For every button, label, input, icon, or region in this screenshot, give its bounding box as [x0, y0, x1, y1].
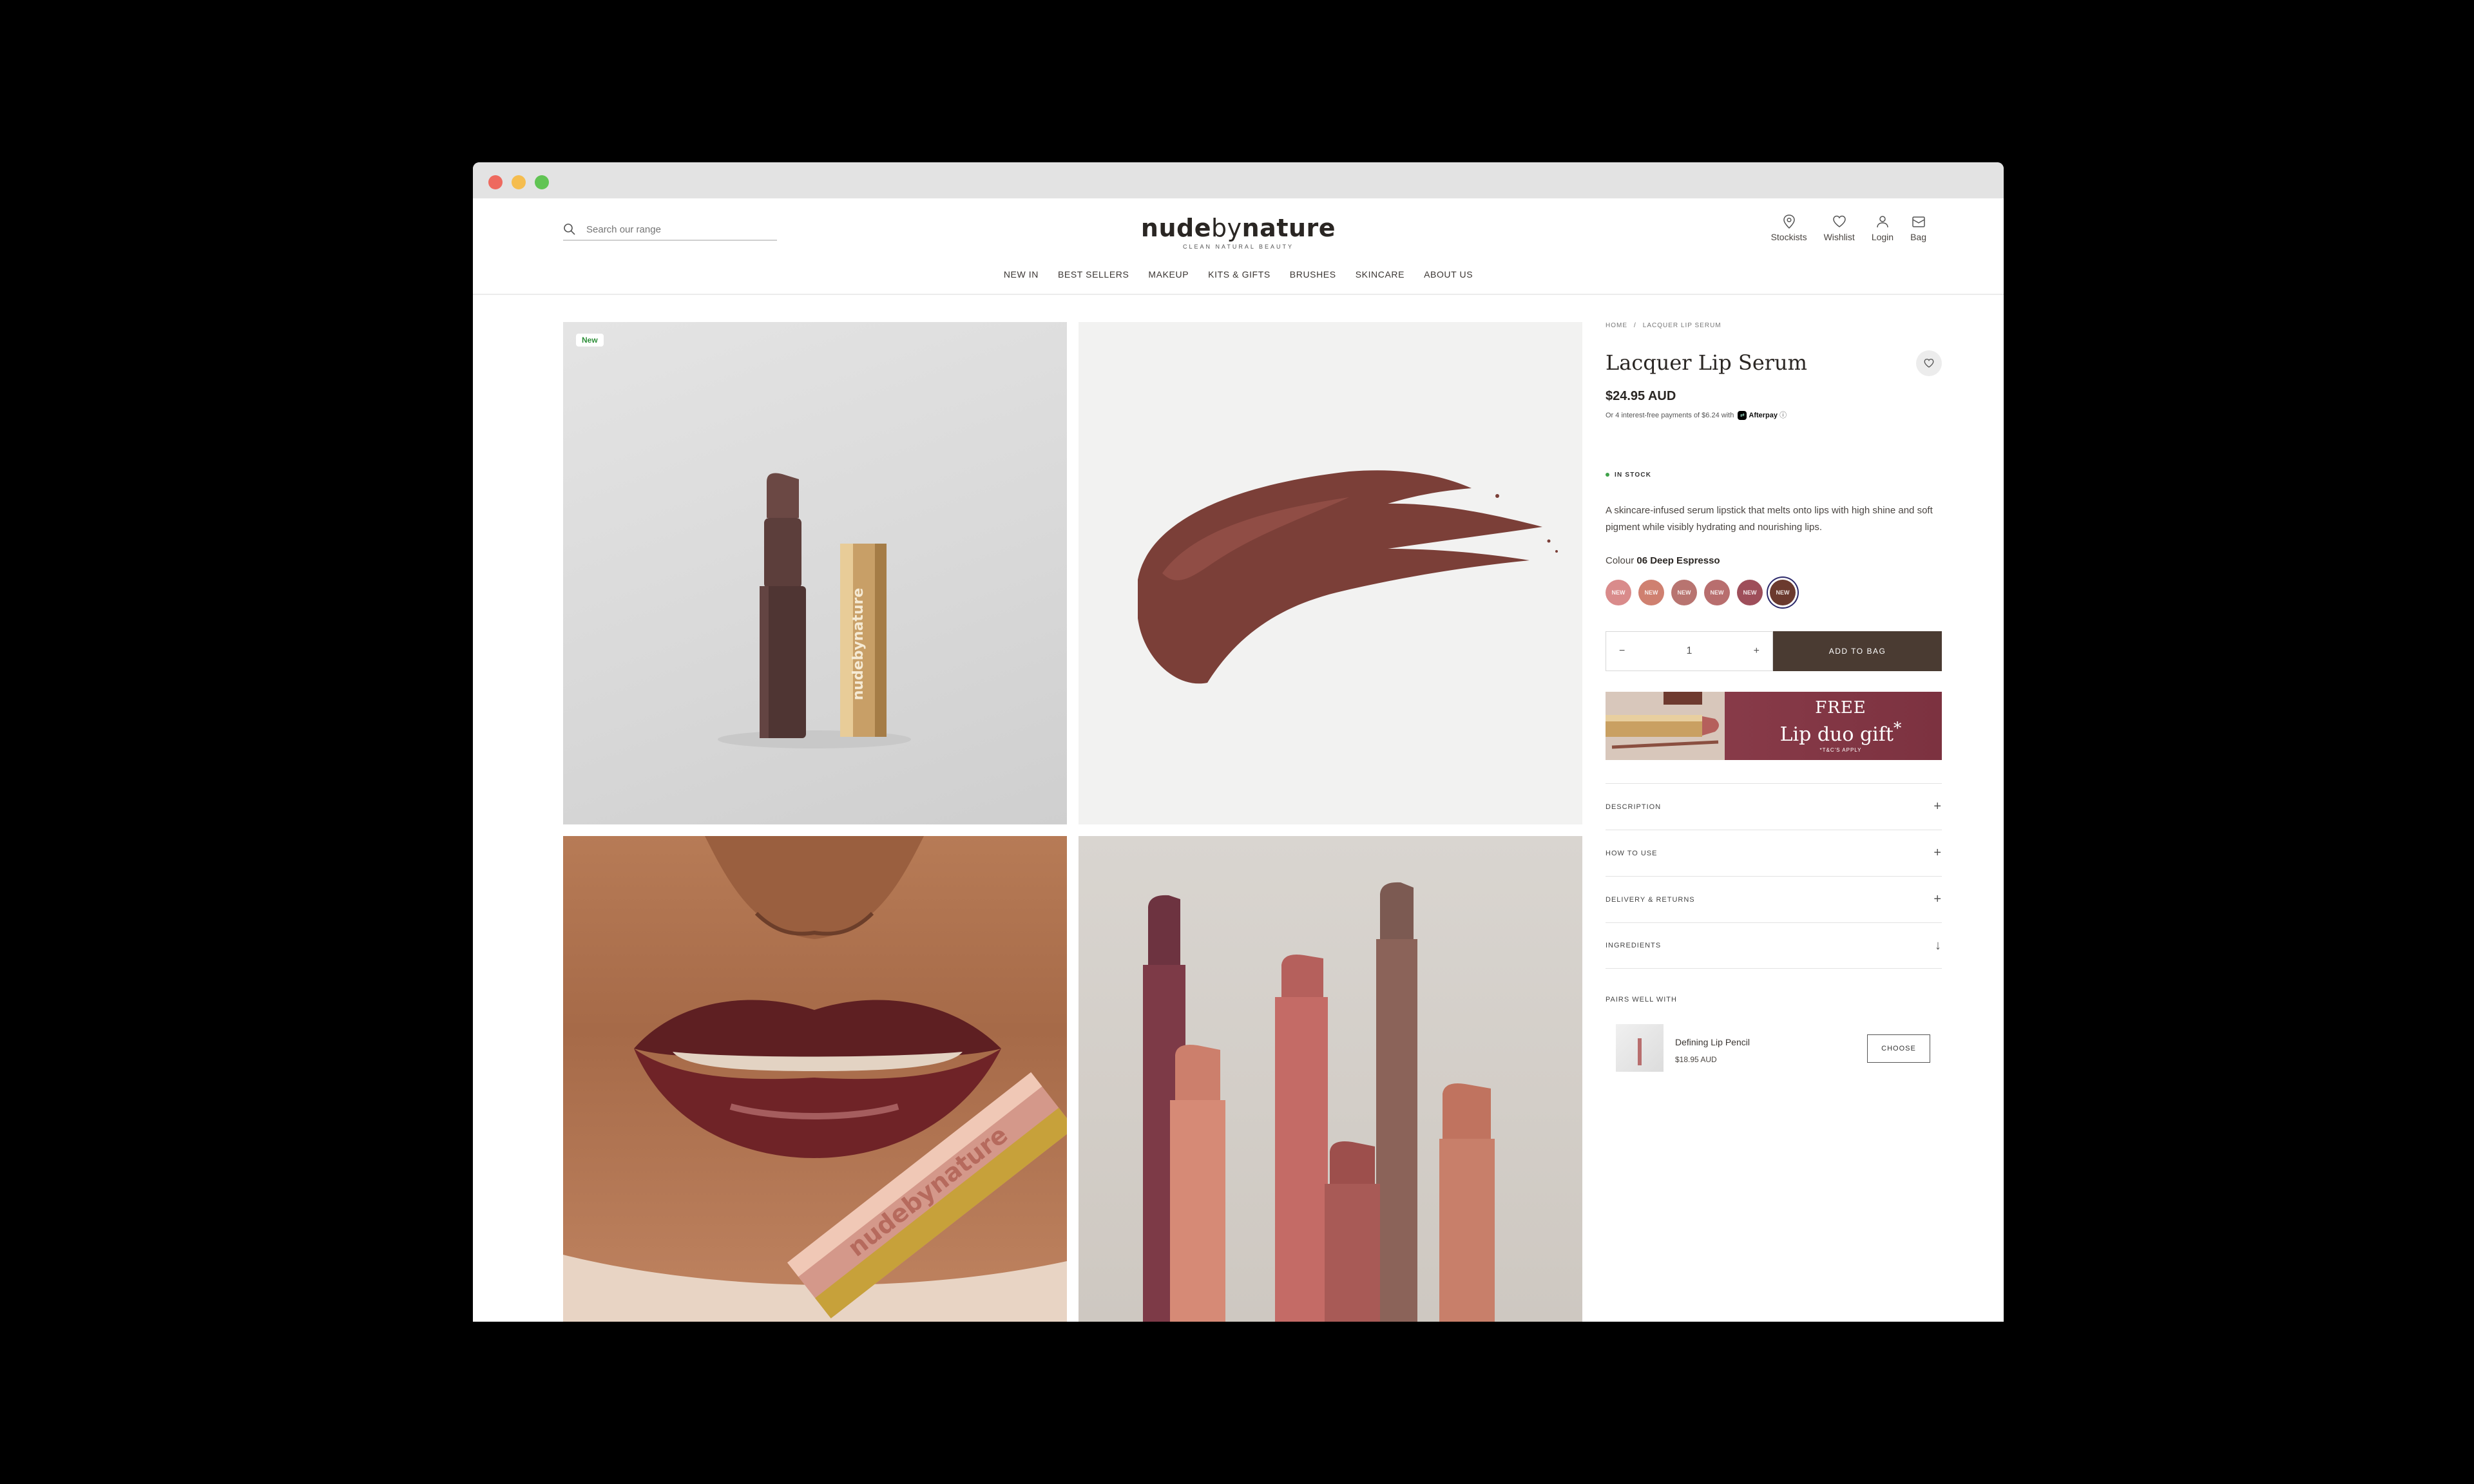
colour-swatch[interactable]: NEW [1606, 580, 1631, 605]
plus-icon: + [1933, 799, 1942, 813]
colour-swatch[interactable]: NEW [1671, 580, 1697, 605]
product-image-lipstick[interactable]: New nudebynature [563, 322, 1067, 824]
pairs-well-with-heading: PAIRS WELL WITH [1606, 996, 1677, 1004]
pair-product-name[interactable]: Defining Lip Pencil [1675, 1037, 1750, 1047]
accordion-delivery-returns[interactable]: DELIVERY & RETURNS + [1606, 876, 1942, 922]
browser-window: nudebynature CLEAN NATURAL BEAUTY Stocki… [473, 162, 2004, 1322]
arrow-down-icon: ↓ [1935, 938, 1942, 953]
add-to-bag-button[interactable]: ADD TO BAG [1773, 631, 1942, 671]
promo-free-label: FREE [1815, 698, 1866, 718]
bag-label: Bag [1910, 232, 1926, 242]
afterpay-info-icon[interactable]: ⓘ [1779, 412, 1787, 419]
promo-text: FREE Lip duo gift* *T&C'S APPLY [1754, 698, 1928, 753]
nav-best-sellers[interactable]: BEST SELLERS [1058, 269, 1129, 280]
heart-icon [1832, 215, 1846, 227]
colour-swatch-selected[interactable]: NEW [1770, 580, 1796, 605]
afterpay-logo-icon: ⇄ [1738, 411, 1747, 421]
logo-part-nude: nude [1140, 214, 1212, 242]
nav-brushes[interactable]: BRUSHES [1290, 269, 1336, 280]
colour-label: Colour 06 Deep Espresso [1606, 555, 1720, 566]
choose-button[interactable]: CHOOSE [1867, 1034, 1930, 1063]
product-image-range[interactable] [1079, 836, 1582, 1322]
nav-skincare[interactable]: SKINCARE [1356, 269, 1405, 280]
swatch-smear [1138, 470, 1558, 684]
lipstick-range-illustration [1143, 882, 1495, 1322]
wishlist-link[interactable]: Wishlist [1824, 214, 1855, 242]
nav-kits-gifts[interactable]: KITS & GIFTS [1208, 269, 1271, 280]
colour-swatch[interactable]: NEW [1704, 580, 1730, 605]
accordion-label: HOW TO USE [1606, 849, 1658, 857]
quantity-stepper: − 1 + [1606, 631, 1773, 671]
quantity-decrease-button[interactable]: − [1619, 645, 1625, 657]
stockists-link[interactable]: Stockists [1771, 214, 1807, 242]
accordion-label: DELIVERY & RETURNS [1606, 895, 1695, 904]
logo-part-by: by [1211, 214, 1242, 242]
breadcrumb-home[interactable]: HOME [1606, 322, 1627, 329]
plus-icon: + [1933, 892, 1942, 906]
minimize-window-icon[interactable] [512, 175, 526, 189]
promo-gift-asterisk: * [1893, 719, 1902, 737]
in-stock-dot-icon [1606, 473, 1609, 477]
quantity-increase-button[interactable]: + [1754, 645, 1760, 657]
product-price: $24.95 AUD [1606, 389, 1676, 403]
pair-product-price: $18.95 AUD [1675, 1055, 1717, 1064]
bag-icon [1912, 216, 1925, 227]
nav-makeup[interactable]: MAKEUP [1148, 269, 1189, 280]
accordion-ingredients[interactable]: INGREDIENTS ↓ [1606, 922, 1942, 969]
map-pin-icon [1783, 214, 1795, 229]
afterpay-info: Or 4 interest-free payments of $6.24 wit… [1606, 410, 1787, 421]
accordion-how-to-use[interactable]: HOW TO USE + [1606, 830, 1942, 876]
maximize-window-icon[interactable] [535, 175, 549, 189]
bag-link[interactable]: Bag [1910, 214, 1926, 242]
add-to-wishlist-button[interactable] [1916, 350, 1942, 376]
nav-new-in[interactable]: NEW IN [1004, 269, 1039, 280]
colour-swatch[interactable]: NEW [1638, 580, 1664, 605]
product-page: nudebynature CLEAN NATURAL BEAUTY Stocki… [473, 198, 2004, 1322]
header-utilities: Stockists Wishlist Login Bag [1771, 214, 1926, 242]
colour-selected-value: 06 Deep Espresso [1636, 555, 1720, 566]
product-image-swatch[interactable] [1079, 322, 1582, 824]
nav-about-us[interactable]: ABOUT US [1424, 269, 1473, 280]
promo-terms: *T&C'S APPLY [1819, 747, 1862, 753]
promo-gift-label: Lip duo gift* [1754, 718, 1928, 746]
plus-icon: + [1933, 846, 1942, 860]
login-link[interactable]: Login [1872, 214, 1894, 242]
accordion-description[interactable]: DESCRIPTION + [1606, 783, 1942, 830]
wishlist-label: Wishlist [1823, 232, 1855, 242]
product-image-model[interactable]: nudebynature [563, 836, 1067, 1322]
breadcrumb-current: LACQUER LIP SERUM [1642, 322, 1721, 329]
stockists-label: Stockists [1770, 232, 1807, 242]
site-header: nudebynature CLEAN NATURAL BEAUTY Stocki… [473, 198, 2004, 295]
accordion-label: INGREDIENTS [1606, 942, 1662, 949]
stock-status: IN STOCK [1606, 471, 1651, 479]
pair-product-image[interactable] [1616, 1024, 1664, 1072]
colour-swatch[interactable]: NEW [1737, 580, 1763, 605]
afterpay-text: Or 4 interest-free payments of $6.24 wit… [1606, 412, 1734, 419]
product-title: Lacquer Lip Serum [1606, 350, 1807, 375]
breadcrumb: HOME / LACQUER LIP SERUM [1606, 322, 1721, 329]
stock-label: IN STOCK [1615, 471, 1652, 479]
logo-tagline: CLEAN NATURAL BEAUTY [1182, 243, 1294, 250]
svg-text:nudebynature: nudebynature [850, 588, 867, 701]
promo-banner[interactable]: FREE Lip duo gift* *T&C'S APPLY [1606, 692, 1942, 760]
colour-label-text: Colour [1606, 555, 1635, 566]
heart-icon [1924, 358, 1934, 368]
close-window-icon[interactable] [488, 175, 503, 189]
lipstick-illustration: nudebynature [718, 473, 911, 748]
quantity-value[interactable]: 1 [1687, 645, 1692, 657]
model-lips-illustration: nudebynature [563, 836, 1067, 1322]
accordion-label: DESCRIPTION [1606, 803, 1662, 811]
product-short-description: A skincare-infused serum lipstick that m… [1606, 505, 1933, 533]
main-nav: NEW IN BEST SELLERS MAKEUP KITS & GIFTS … [473, 269, 2004, 280]
logo-part-nature: nature [1242, 214, 1336, 242]
login-label: Login [1871, 232, 1894, 242]
colour-swatches: NEW NEW NEW NEW NEW NEW [1606, 580, 1796, 605]
afterpay-brand: Afterpay [1749, 412, 1778, 419]
browser-titlebar [473, 162, 2004, 198]
user-icon [1877, 216, 1888, 228]
promo-gift-text: Lip duo gift [1779, 723, 1894, 746]
lip-pencil-thumbnail [1638, 1033, 1642, 1065]
promo-lip-duo-image [1606, 692, 1725, 760]
breadcrumb-separator: / [1634, 322, 1636, 329]
